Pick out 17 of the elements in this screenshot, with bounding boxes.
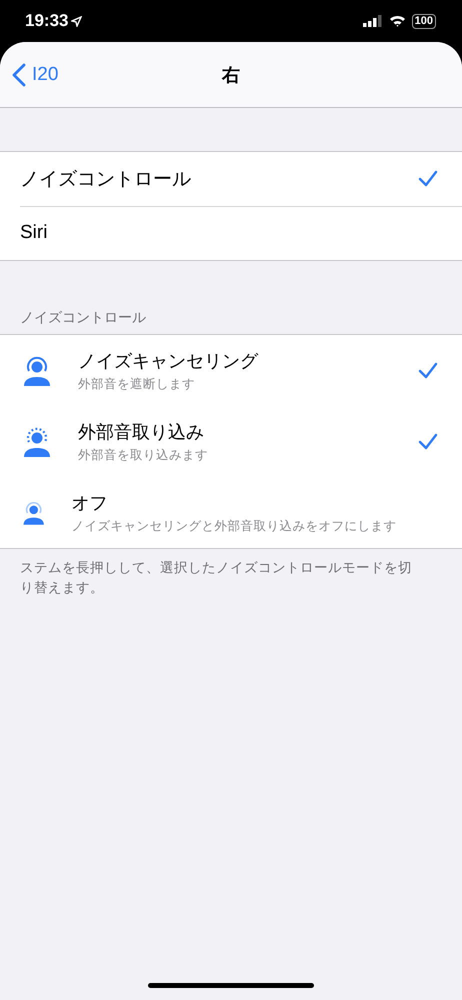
option-row[interactable]: ノイズコントロール xyxy=(0,152,462,206)
mode-description: 外部音を遮断します xyxy=(78,376,196,392)
section-header: ノイズコントロール xyxy=(19,308,147,327)
mode-title: 外部音取り込み xyxy=(78,420,205,444)
option-row[interactable]: Siri xyxy=(0,206,462,260)
mode-title: オフ xyxy=(71,492,108,514)
mode-row[interactable]: オフ ノイズキャンセリングと外部音取り込みをオフにします xyxy=(0,477,462,548)
battery-indicator: 100 xyxy=(412,14,436,28)
mode-description: 外部音を取り込みます xyxy=(78,446,209,464)
mode-row[interactable]: 外部音取り込み 外部音を取り込みます xyxy=(0,406,462,477)
mode-title: ノイズキャンセリング xyxy=(78,350,260,372)
page-title: 右 xyxy=(222,64,240,86)
mode-row[interactable]: ノイズキャンセリング 外部音を遮断します xyxy=(0,335,462,406)
clock-time: 19:33 xyxy=(25,11,68,31)
back-button[interactable]: I20 xyxy=(0,54,64,94)
mode-description: ノイズキャンセリングと外部音取り込みをオフにします xyxy=(71,518,396,534)
footer-note: ステムを長押しして、選択したノイズコントロールモードを切り替えます。 xyxy=(19,559,413,597)
